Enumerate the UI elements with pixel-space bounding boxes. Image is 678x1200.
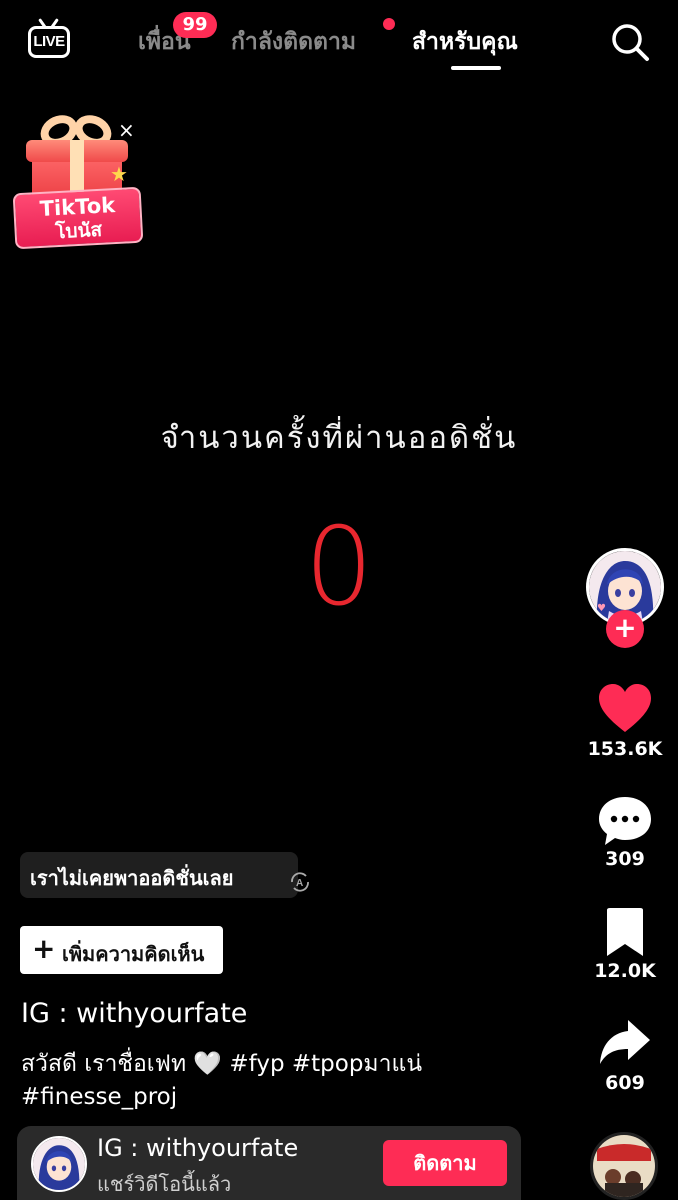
bonus-label: TikTok โบนัส (12, 186, 144, 250)
follow-creator-button[interactable]: + (606, 610, 644, 648)
plus-icon: + (32, 932, 56, 965)
music-disc[interactable] (590, 1132, 658, 1200)
save-count: 12.0K (594, 960, 656, 982)
sound-chip-label: เราไม่เคยพาออดิชั่นเลย (30, 866, 234, 890)
tab-for-you[interactable]: สำหรับคุณ (412, 24, 518, 60)
share-icon[interactable] (597, 1016, 653, 1070)
active-tab-indicator (451, 66, 501, 70)
caption-hashtags[interactable]: #fyp #tpopมาแน่ (222, 1051, 422, 1077)
auto-translate-icon: A (291, 872, 309, 892)
banner-subtitle: แชร์วิดีโอนี้แล้ว (97, 1172, 232, 1196)
svg-text:A: A (296, 878, 303, 889)
svg-text:♥: ♥ (597, 603, 606, 614)
banner-username: IG : withyourfate (97, 1134, 299, 1162)
comment-count: 309 (605, 848, 645, 870)
live-label: LIVE (33, 33, 65, 50)
banner-avatar (31, 1136, 87, 1192)
search-icon[interactable] (610, 22, 650, 62)
add-comment-label: เพิ่มความคิดเห็น (62, 942, 205, 966)
bookmark-icon[interactable] (597, 906, 653, 960)
creator-username[interactable]: IG : withyourfate (21, 998, 247, 1029)
live-button[interactable]: LIVE (26, 18, 72, 62)
shared-video-banner[interactable]: IG : withyourfate แชร์วิดีโอนี้แล้ว ติดต… (17, 1126, 521, 1200)
bonus-close-icon[interactable]: × (118, 118, 135, 142)
anime-avatar-image (33, 1138, 85, 1190)
follow-button[interactable]: ติดตาม (383, 1140, 507, 1186)
heart-icon[interactable] (597, 682, 653, 736)
album-art-image (593, 1135, 655, 1197)
like-count: 153.6K (587, 738, 663, 760)
friends-notification-badge: 99 (173, 12, 217, 38)
white-heart-emoji: 🤍 (193, 1051, 223, 1077)
star-icon: ★ (110, 162, 128, 186)
video-counter: 0 (304, 505, 374, 630)
caption-text: สวัสดี เราชื่อเฟท (21, 1051, 194, 1077)
video-headline: จำนวนครั้งที่ผ่านออดิชั่น (160, 420, 518, 456)
caption-hashtag-finesse[interactable]: #finesse_proj (21, 1084, 177, 1110)
video-caption: สวัสดี เราชื่อเฟท 🤍 #fyp #tpopมาแน่ #fin… (21, 1048, 581, 1114)
share-count: 609 (605, 1072, 645, 1094)
following-new-dot (383, 18, 395, 30)
add-comment-button[interactable]: + เพิ่มความคิดเห็น (20, 926, 223, 974)
tab-following[interactable]: กำลังติดตาม (231, 24, 356, 60)
comment-icon[interactable] (597, 794, 653, 848)
sound-chip[interactable]: เราไม่เคยพาออดิชั่นเลย A (20, 852, 309, 898)
